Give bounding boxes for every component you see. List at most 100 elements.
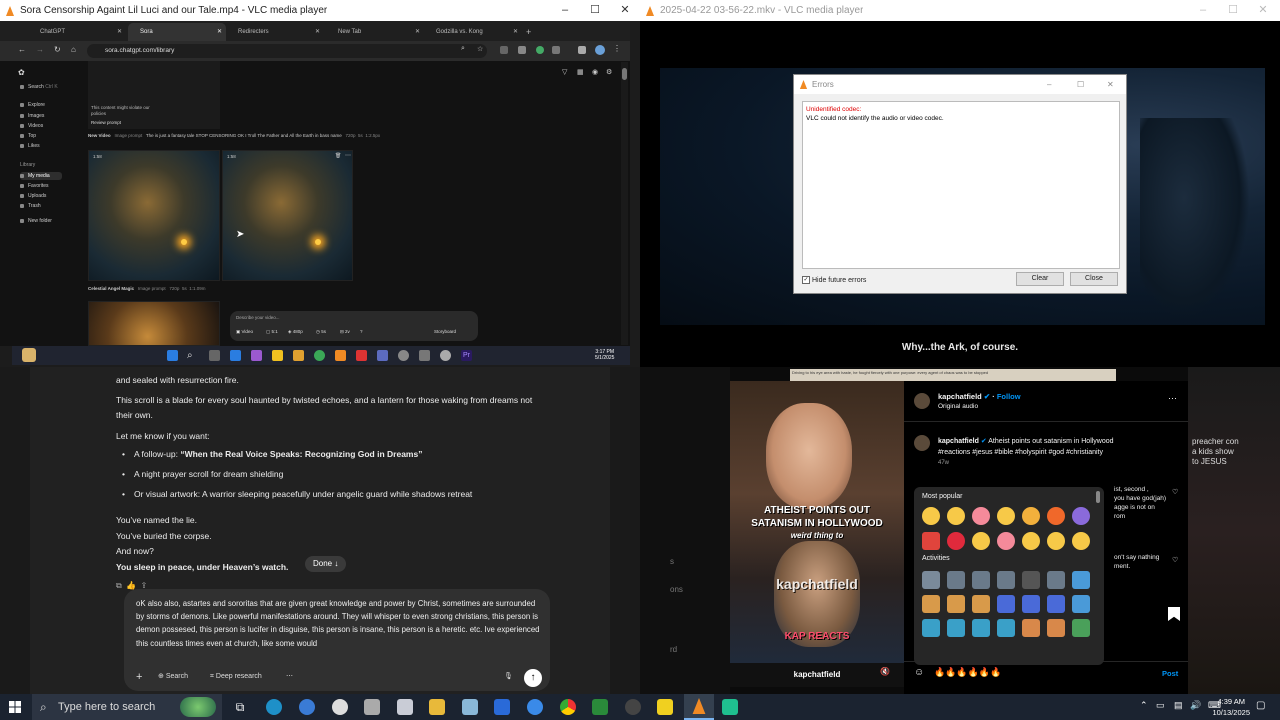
emoji-scrollbar[interactable] xyxy=(1096,491,1100,503)
minimize-icon[interactable]: – xyxy=(1047,75,1051,94)
emoji-surprised-icon[interactable] xyxy=(947,507,965,525)
folder-icon[interactable] xyxy=(429,699,445,715)
avatar[interactable] xyxy=(914,393,930,409)
trash-icon[interactable]: 🗑 xyxy=(335,153,341,159)
copy-icon[interactable]: ⧉ xyxy=(116,581,122,590)
emoji-activity-icon[interactable] xyxy=(922,595,940,613)
more-icon[interactable]: ⋯ xyxy=(345,152,351,159)
emoji-picker-icon[interactable]: ☺ xyxy=(914,667,924,678)
reel-username[interactable]: kapchatfield xyxy=(730,663,904,687)
microphone-icon[interactable]: 🎙 xyxy=(504,669,513,685)
close-button[interactable]: Close xyxy=(1070,272,1118,286)
sidebar-item-images[interactable]: Images xyxy=(20,112,44,120)
close-tab-icon[interactable]: ✕ xyxy=(415,23,420,41)
vlc-titlebar[interactable]: Sora Censorship Againt Lil Luci and our … xyxy=(0,0,640,21)
emoji-smiling-hearts-icon[interactable] xyxy=(997,532,1015,550)
app-icon[interactable] xyxy=(494,699,510,715)
emoji-activity-icon[interactable] xyxy=(972,619,990,637)
zoom-icon[interactable]: ⌕ xyxy=(461,45,465,53)
close-icon[interactable]: ✕ xyxy=(1107,75,1114,94)
sora-logo-icon[interactable]: ✿ xyxy=(18,68,25,77)
vlc-window-sora[interactable]: Sora Censorship Againt Lil Luci and our … xyxy=(0,0,640,367)
mail-icon[interactable] xyxy=(518,46,526,54)
avatar[interactable] xyxy=(595,45,605,55)
emoji-activity-icon[interactable] xyxy=(1022,571,1040,589)
extension-icon[interactable] xyxy=(500,46,508,54)
tab-chatgpt[interactable]: ChatGPT ✕ xyxy=(28,23,126,41)
windows-start-icon[interactable] xyxy=(9,701,21,713)
emoji-activity-icon[interactable] xyxy=(1047,595,1065,613)
original-audio[interactable]: Original audio xyxy=(938,403,978,410)
bookmark-star-icon[interactable]: ☆ xyxy=(477,45,483,53)
video-thumbnail[interactable] xyxy=(88,301,220,346)
app-icon[interactable] xyxy=(364,699,380,715)
help-icon[interactable]: ? xyxy=(360,329,363,334)
sidebar-item-top[interactable]: Top xyxy=(20,132,36,140)
xbox-icon[interactable] xyxy=(592,699,608,715)
system-clock[interactable]: 4:39 AM 10/13/2025 xyxy=(1212,696,1250,718)
volume-icon[interactable]: 🔊 xyxy=(1190,700,1201,711)
menu-kebab-icon[interactable]: ⋮ xyxy=(613,44,621,53)
store-icon[interactable] xyxy=(397,699,413,715)
blocked-thumbnail[interactable]: This content might violate our policies … xyxy=(88,61,220,129)
app-icon[interactable] xyxy=(527,699,543,715)
emoji-party-icon[interactable] xyxy=(1072,507,1090,525)
emoji-picker[interactable]: Most popular Activities xyxy=(914,487,1104,665)
tab-sora[interactable]: Sora ✕ xyxy=(128,23,226,41)
sidebar-item-favorites[interactable]: Favorites xyxy=(20,182,49,190)
maximize-icon[interactable]: ☐ xyxy=(580,0,610,21)
sidebar-item-trash[interactable]: Trash xyxy=(20,202,41,210)
emoji-activity-icon[interactable] xyxy=(997,571,1015,589)
close-icon[interactable]: ✕ xyxy=(1248,0,1278,21)
settings-icon[interactable]: ⚙ xyxy=(606,68,612,76)
sidebar-item-likes[interactable]: Likes xyxy=(20,142,40,150)
follow-button[interactable]: Follow xyxy=(997,392,1021,401)
emoji-clap-icon[interactable] xyxy=(1022,507,1040,525)
notification-icon[interactable]: ▢ xyxy=(1256,700,1265,711)
sidepanel-icon[interactable] xyxy=(578,46,586,54)
sidebar-item-videos[interactable]: Videos xyxy=(20,122,43,130)
avatar[interactable] xyxy=(914,435,930,451)
emoji-heart-eyes-icon[interactable] xyxy=(972,507,990,525)
post-button[interactable]: Post xyxy=(1162,669,1178,678)
deep-research-button[interactable]: ⌗ Deep research xyxy=(210,669,262,685)
chrome-icon[interactable] xyxy=(560,699,576,715)
more-icon[interactable]: ⋯ xyxy=(286,669,293,685)
option-duration[interactable]: ◷ 5s xyxy=(316,329,326,335)
emoji-activity-icon[interactable] xyxy=(1022,595,1040,613)
network-icon[interactable]: ▤ xyxy=(1174,700,1183,711)
hide-errors-checkbox[interactable]: ✓ Hide future errors xyxy=(802,276,866,284)
sidebar-item-my-media[interactable]: My media xyxy=(20,172,62,180)
sidebar-item-new-folder[interactable]: New folder xyxy=(20,217,52,225)
app-icon[interactable] xyxy=(722,699,738,715)
url-field[interactable]: sora.chatgpt.com/library xyxy=(87,44,487,58)
page-scrollbar[interactable] xyxy=(621,62,628,345)
close-tab-icon[interactable]: ✕ xyxy=(513,23,518,41)
grid-icon[interactable]: ▦ xyxy=(577,68,584,76)
emoji-activity-icon[interactable] xyxy=(1047,571,1065,589)
heart-icon[interactable]: ♡ xyxy=(1172,488,1178,496)
emoji-joy-icon[interactable] xyxy=(922,507,940,525)
send-button[interactable]: ↑ xyxy=(524,669,542,687)
post-author[interactable]: kapchatfield ✔ · Follow xyxy=(938,392,1021,401)
video-thumbnail[interactable]: 1:58 xyxy=(88,150,220,281)
error-log[interactable]: Unidentified codec: VLC could not identi… xyxy=(802,101,1120,269)
heart-icon[interactable]: ♡ xyxy=(1172,556,1178,564)
tab-new-tab[interactable]: New Tab ✕ xyxy=(326,23,424,41)
emoji-activity-icon[interactable] xyxy=(972,571,990,589)
taskview-icon[interactable]: ⧉ xyxy=(232,699,248,715)
filter-icon[interactable]: ▽ xyxy=(562,68,567,76)
emoji-activity-icon[interactable] xyxy=(1047,619,1065,637)
emoji-activity-icon[interactable] xyxy=(1022,619,1040,637)
tray-chevron-icon[interactable]: ⌃ xyxy=(1140,700,1148,711)
dialog-titlebar[interactable]: Errors – ☐ ✕ xyxy=(794,75,1126,94)
emoji-flushed-icon[interactable] xyxy=(997,507,1015,525)
video-thumbnail[interactable]: 1:58 🗑 ⋯ xyxy=(222,150,353,281)
window-controls[interactable]: – ☐ ✕ xyxy=(1188,0,1278,21)
minimize-icon[interactable]: – xyxy=(1188,0,1218,21)
emoji-activity-icon[interactable] xyxy=(922,571,940,589)
emoji-100-icon[interactable] xyxy=(922,532,940,550)
extension-icon[interactable] xyxy=(536,46,544,54)
notes-icon[interactable] xyxy=(657,699,673,715)
emoji-red-heart-icon[interactable] xyxy=(947,532,965,550)
